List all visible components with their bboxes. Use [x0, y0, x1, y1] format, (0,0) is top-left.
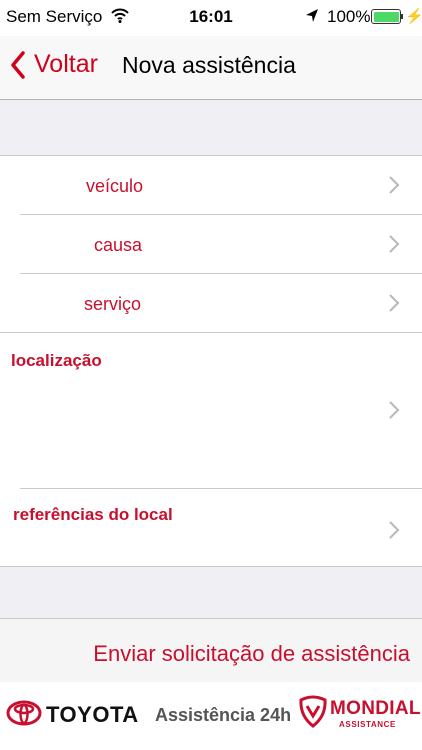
chevron-right-icon [389, 235, 400, 253]
row-label: referências do local [13, 505, 173, 524]
row-location[interactable]: localização [0, 333, 422, 489]
chevron-left-icon [11, 50, 25, 79]
navigation-bar: Voltar Nova assistência [0, 36, 422, 100]
chevron-right-icon [389, 521, 400, 539]
row-service[interactable]: serviço [0, 274, 422, 333]
toyota-logo-icon [6, 700, 42, 726]
mondial-logo-icon [299, 695, 327, 728]
row-vehicle[interactable]: veículo [0, 156, 422, 215]
submit-request-button[interactable]: Enviar solicitação de assistência [0, 618, 422, 682]
chevron-right-icon [389, 176, 400, 194]
row-label: serviço [84, 294, 142, 314]
brand-footer: TOYOTA Assistência 24h MONDIAL ASSISTANC… [0, 682, 422, 750]
row-label: localização [11, 351, 102, 370]
row-cause[interactable]: causa [0, 215, 422, 274]
battery-percent: 100% [327, 7, 371, 26]
assistance-form: veículo causa serviço localização referê… [0, 155, 422, 567]
page-title: Nova assistência [122, 52, 296, 78]
back-label: Voltar [34, 50, 98, 78]
mondial-wordmark: MONDIAL [330, 698, 421, 719]
chevron-right-icon [389, 294, 400, 312]
assistance-tagline: Assistência 24h [155, 705, 292, 725]
location-arrow-icon [305, 8, 319, 29]
row-label: causa [94, 235, 143, 255]
battery-icon [371, 9, 401, 24]
status-bar: Sem Serviço 16:01 100% ⚡ [0, 0, 422, 36]
submit-label: Enviar solicitação de assistência [93, 641, 410, 666]
charging-icon: ⚡ [405, 8, 422, 25]
mondial-subtitle: ASSISTANCE [339, 720, 396, 729]
row-location-references[interactable]: referências do local [0, 489, 422, 567]
row-label: veículo [86, 176, 144, 196]
battery-tip [401, 14, 403, 19]
chevron-right-icon [389, 401, 400, 419]
back-button[interactable]: Voltar [10, 50, 98, 79]
toyota-wordmark: TOYOTA [46, 702, 139, 727]
